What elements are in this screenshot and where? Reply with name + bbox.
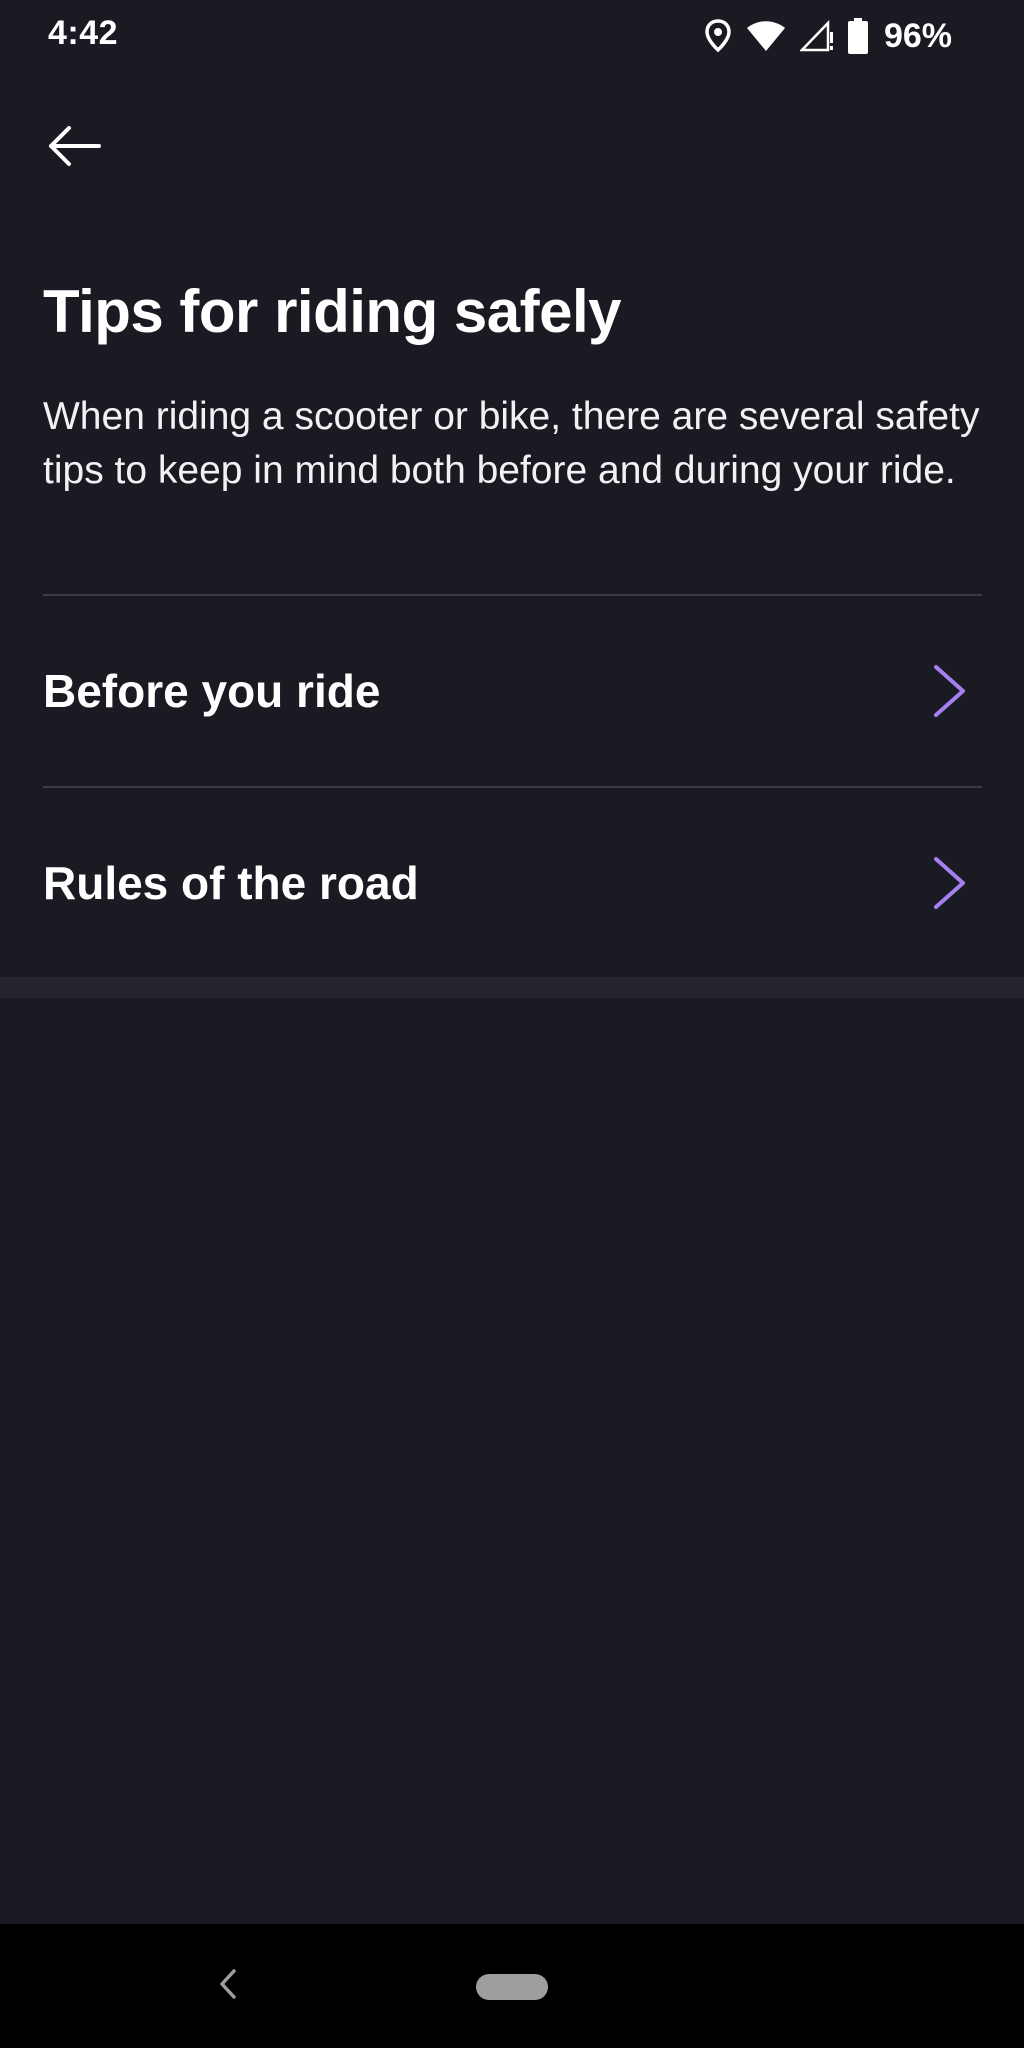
battery-icon bbox=[847, 18, 868, 54]
location-icon bbox=[704, 19, 732, 53]
back-arrow-icon bbox=[47, 125, 101, 171]
tip-row-rules-of-the-road[interactable]: Rules of the road bbox=[0, 788, 1024, 978]
section-separator bbox=[0, 977, 1024, 998]
battery-percent: 96% bbox=[883, 16, 952, 55]
navigation-bar bbox=[0, 1924, 1024, 2048]
wifi-icon bbox=[746, 20, 786, 52]
status-time: 4:42 bbox=[48, 14, 119, 52]
tip-row-before-you-ride[interactable]: Before you ride bbox=[0, 596, 1024, 786]
cell-signal-icon bbox=[799, 20, 834, 52]
nav-back-button[interactable] bbox=[206, 1958, 250, 2014]
home-pill-icon[interactable] bbox=[476, 1974, 548, 2000]
back-button[interactable] bbox=[36, 110, 112, 186]
status-icons: 96% bbox=[704, 14, 952, 58]
tip-label: Before you ride bbox=[43, 665, 381, 717]
chevron-right-icon bbox=[930, 855, 970, 911]
tip-label: Rules of the road bbox=[43, 857, 419, 909]
chevron-right-icon bbox=[930, 663, 970, 719]
nav-back-icon bbox=[218, 1968, 238, 2005]
page-title: Tips for riding safely bbox=[43, 278, 622, 345]
intro-text: When riding a scooter or bike, there are… bbox=[43, 395, 980, 492]
status-bar: 4:42 96% bbox=[0, 0, 1024, 72]
